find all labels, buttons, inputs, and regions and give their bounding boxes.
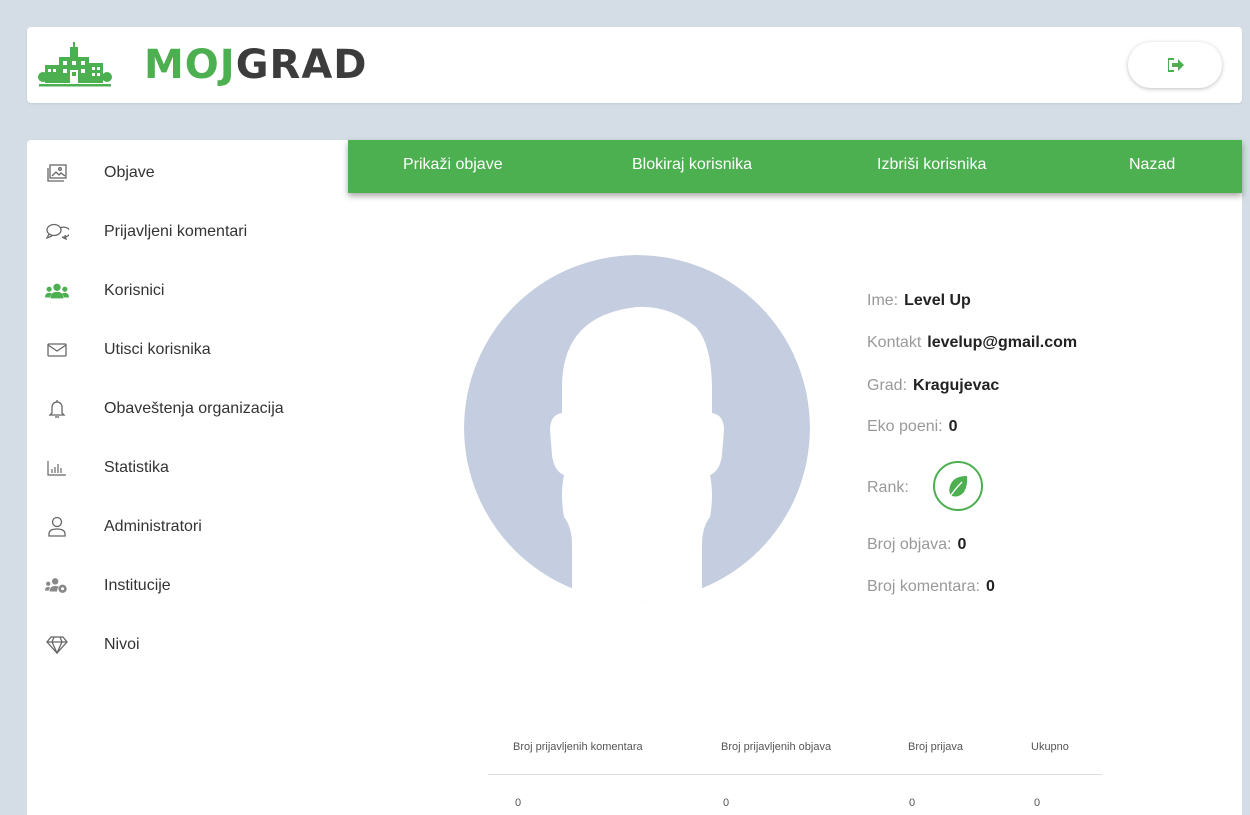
leaf-icon [944,472,972,500]
sidebar-item-label: Statistika [104,459,169,476]
back-link[interactable]: Nazad [1129,156,1175,174]
header-reported-posts: Broj prijavljenih objava [721,741,832,753]
sidebar-item-objave[interactable]: Objave [27,153,348,193]
sidebar-item-utisci-korisnika[interactable]: Utisci korisnika [27,330,348,370]
posts-value: 0 [957,536,967,553]
user-actions-nav: Prikaži objave Blokiraj korisnika Izbriš… [348,140,1242,193]
sidebar-item-label: Administratori [104,518,202,535]
city-value: Kragujevac [913,377,1000,394]
comments-icon [45,220,69,244]
points-label: Eko poeni: [867,418,943,435]
delete-user-link[interactable]: Izbriši korisnika [877,156,986,174]
sidebar: Objave Prijavljeni komentari Korisnici U… [27,140,348,815]
logo-moj: MOJ [144,42,236,88]
sidebar-item-obavestenja-organizacija[interactable]: Obaveštenja organizacija [27,389,348,429]
city-label: Grad: [867,377,908,394]
comments-value: 0 [985,578,995,595]
bell-icon [45,397,69,421]
name-row: Ime: Level Up [867,292,971,310]
comments-label: Broj komentara: [867,578,980,595]
image-icon [45,161,69,185]
users-icon [45,279,69,303]
contact-value: levelup@gmail.com [927,334,1078,351]
comments-row: Broj komentara: 0 [867,578,995,596]
sign-out-icon [1168,58,1184,72]
contact-label: Kontakt [867,334,922,351]
contact-row: Kontakt levelup@gmail.com [867,334,1077,352]
header-reported-comments: Broj prijavljenih komentara [513,741,643,753]
cell-reported-comments: 0 [515,797,522,809]
sidebar-item-label: Institucije [104,577,171,594]
header-total: Ukupno [1031,741,1069,753]
posts-row: Broj objava: 0 [867,536,966,554]
rank-label: Rank: [867,479,909,496]
app-header: MOJGRAD [27,27,1242,103]
app-logo-text: MOJGRAD [144,42,368,88]
sidebar-item-nivoi[interactable]: Nivoi [27,625,348,665]
points-value: 0 [948,418,958,435]
logout-button[interactable] [1128,42,1222,88]
bar-chart-icon [45,456,69,480]
cell-reported-posts: 0 [723,797,730,809]
user-icon [45,515,69,539]
cell-total: 0 [1034,797,1041,809]
name-label: Ime: [867,292,899,309]
sidebar-item-label: Objave [104,164,155,181]
sidebar-item-label: Utisci korisnika [104,341,211,358]
posts-label: Broj objava: [867,536,952,553]
envelope-icon [45,338,69,362]
header-reports: Broj prijava [908,741,964,753]
cell-reports: 0 [909,797,916,809]
city-row: Grad: Kragujevac [867,377,999,395]
sidebar-item-prijavljeni-komentari[interactable]: Prijavljeni komentari [27,212,348,252]
points-row: Eko poeni: 0 [867,418,958,436]
block-user-link[interactable]: Blokiraj korisnika [632,156,752,174]
sidebar-item-label: Korisnici [104,282,165,299]
show-posts-link[interactable]: Prikaži objave [403,156,503,174]
city-logo-icon [38,42,112,87]
logo-grad: GRAD [235,42,368,88]
rank-badge [933,461,983,511]
sidebar-item-label: Nivoi [104,636,140,653]
name-value: Level Up [904,292,971,309]
users-cog-icon [45,574,69,598]
sidebar-item-statistika[interactable]: Statistika [27,448,348,488]
sidebar-item-label: Prijavljeni komentari [104,223,248,240]
rank-row: Rank: [867,479,909,497]
sidebar-item-label: Obaveštenja organizacija [104,400,284,417]
table-divider [488,774,1102,775]
sidebar-item-institucije[interactable]: Institucije [27,566,348,606]
gem-icon [45,633,69,657]
sidebar-item-korisnici[interactable]: Korisnici [27,271,348,311]
sidebar-item-administratori[interactable]: Administratori [27,507,348,547]
user-avatar [464,255,810,601]
main-panel: Prikaži objave Blokiraj korisnika Izbriš… [348,140,1242,815]
